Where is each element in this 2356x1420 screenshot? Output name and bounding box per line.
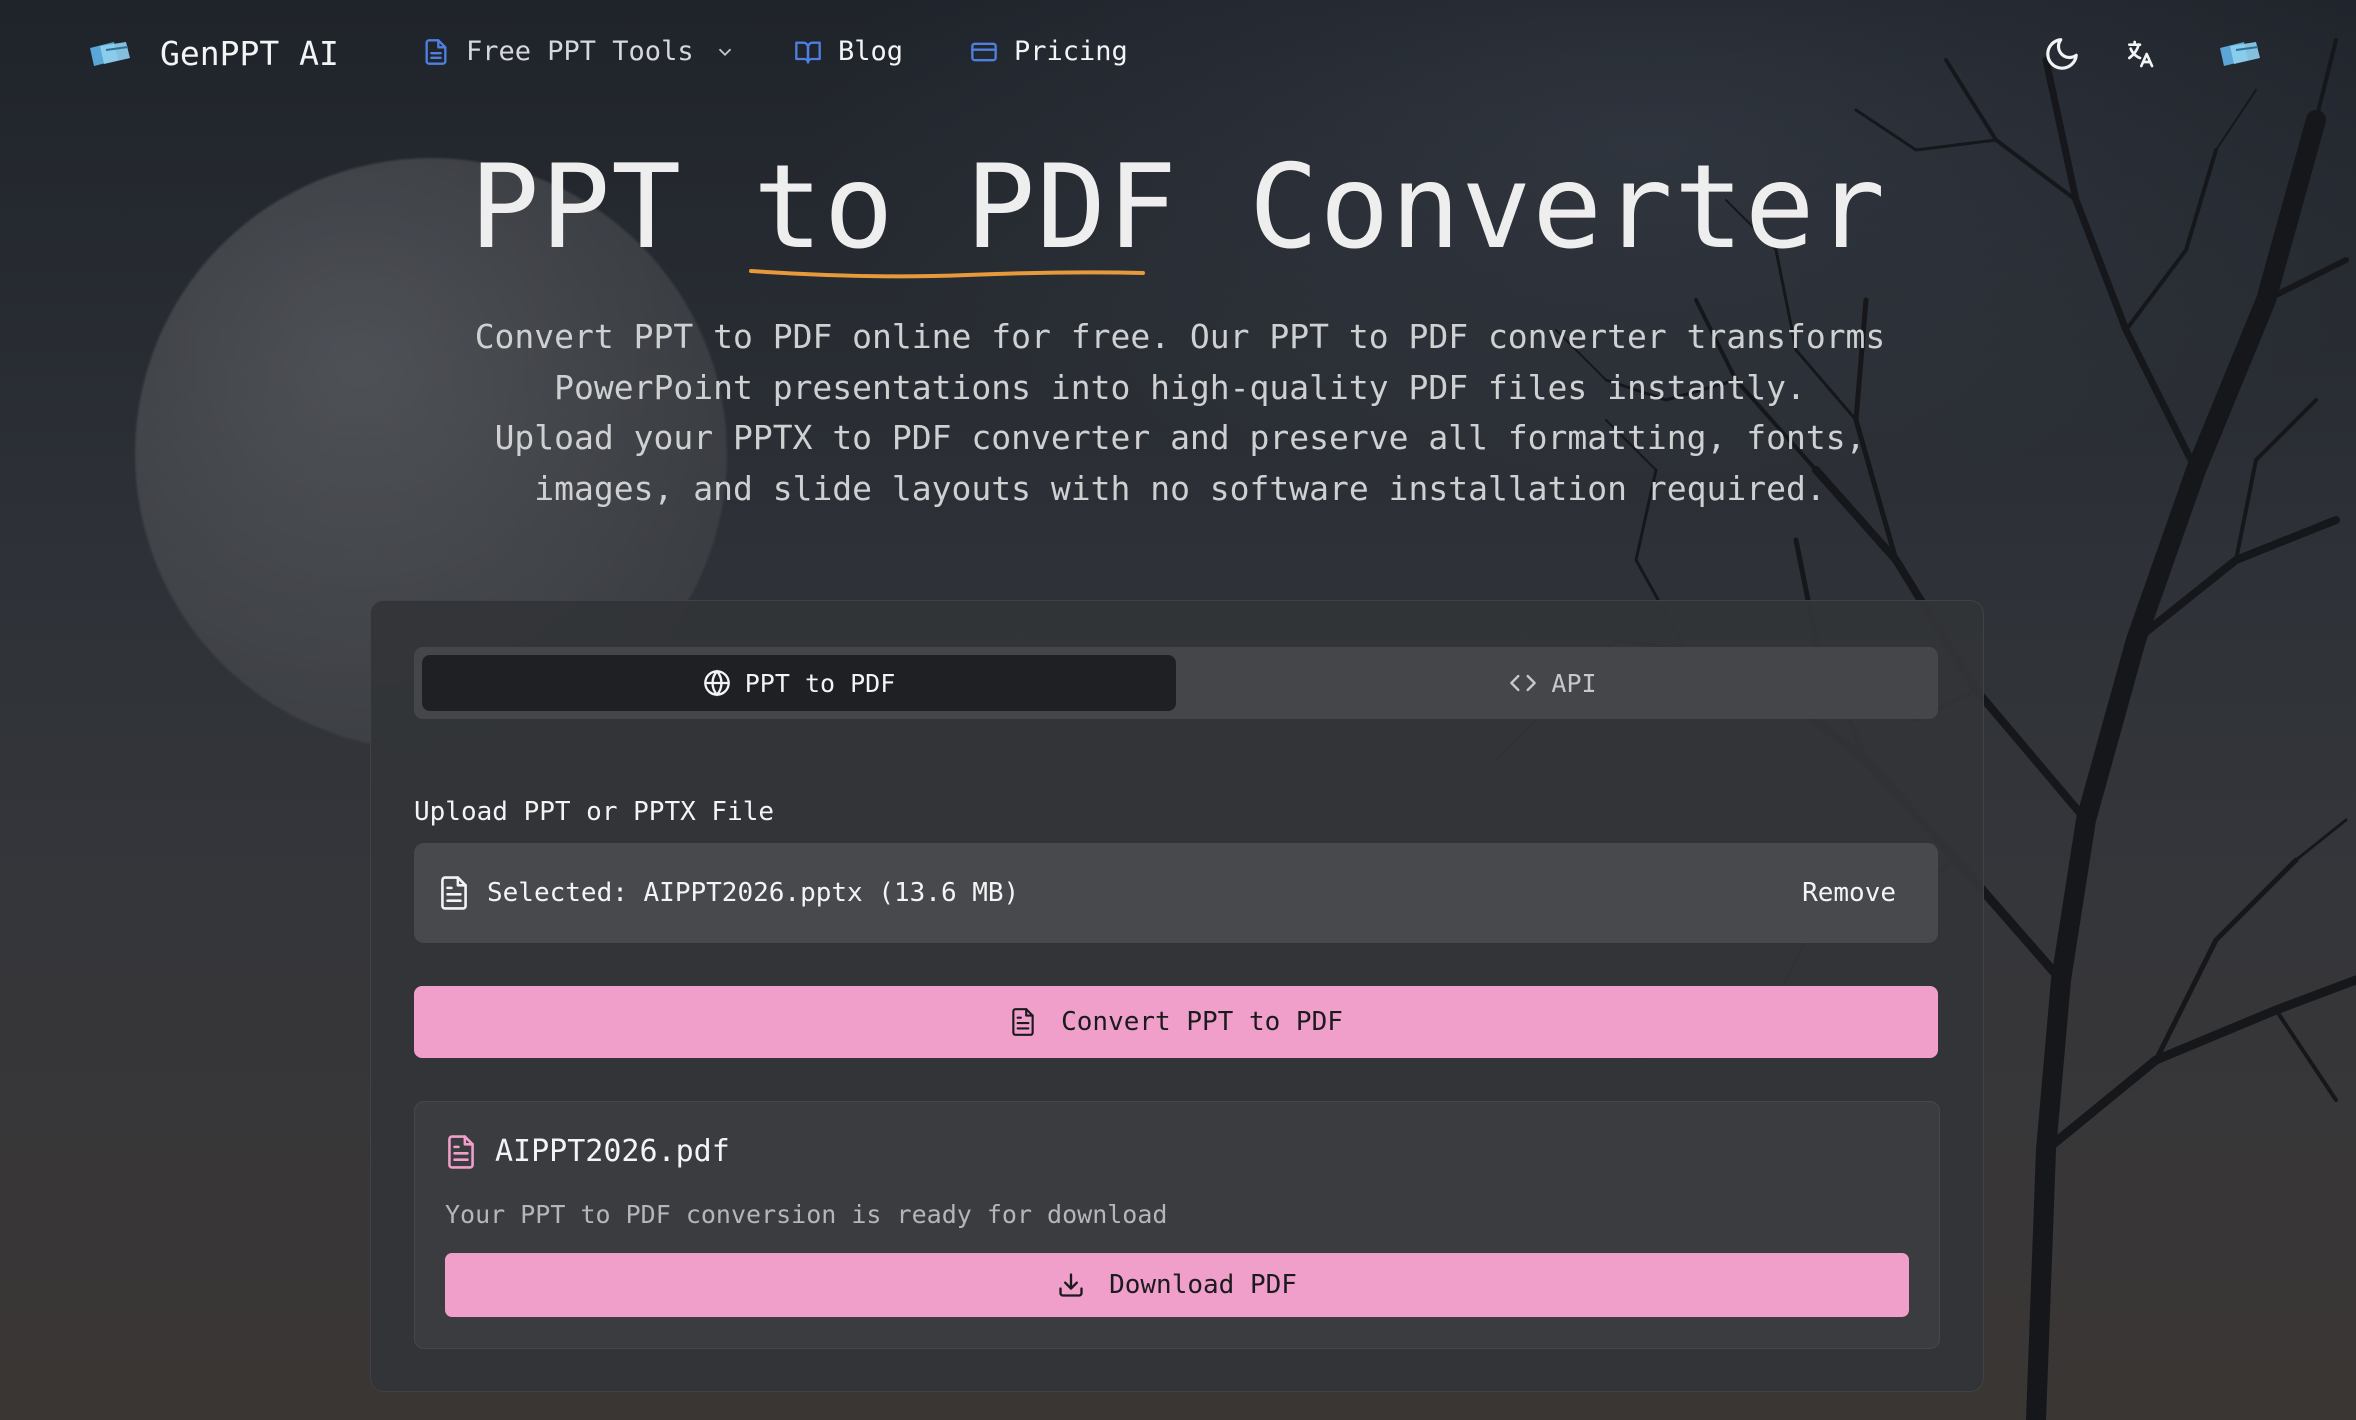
moon-icon [2046,38,2078,70]
nav-blog[interactable]: Blog [794,36,903,67]
tab-ppt-to-pdf-label: PPT to PDF [744,668,896,698]
code-icon [1510,674,1537,692]
nav-tools-label: Free PPT Tools [466,36,694,67]
tab-api[interactable]: API [1176,655,1930,711]
language-button[interactable] [2118,32,2162,76]
translate-icon [2128,40,2154,68]
title-part: PPT [469,140,753,275]
title-underline [748,269,1145,279]
brand-logo[interactable]: GenPPT AI [88,34,339,73]
title-part: Converter [1178,140,1887,275]
converter-card: PPT to PDF API Upload PPT or PPTX File S… [370,600,1984,1392]
file-icon [1012,1008,1034,1036]
selected-file-text: Selected: AIPPT2026.pptx (13.6 MB) [487,878,1020,908]
mode-tabs: PPT to PDF API [414,647,1938,719]
theme-toggle-button[interactable] [2040,32,2084,76]
globe-icon [703,669,730,697]
remove-file-button[interactable]: Remove [1802,878,1896,908]
document-icon [425,38,447,65]
description-line: images, and slide layouts with no softwa… [534,468,1826,508]
logo-icon [90,41,130,66]
convert-button-label: Convert PPT to PDF [1061,1007,1343,1037]
download-button-label: Download PDF [1109,1270,1297,1300]
description-line: Convert PPT to PDF online for free. Our … [474,317,1886,356]
download-icon [1059,1273,1083,1297]
title-highlight: to PDF [748,140,1178,279]
tab-api-label: API [1551,668,1597,698]
nav-pricing-label: Pricing [1014,36,1128,67]
download-pdf-button[interactable]: Download PDF [445,1253,1909,1317]
selected-file-box: Selected: AIPPT2026.pptx (13.6 MB) Remov… [414,843,1938,943]
description-line: Upload your PPTX to PDF converter and pr… [494,418,1866,457]
description-line: PowerPoint presentations into high-quali… [554,367,1806,407]
file-icon [441,876,467,910]
result-message: Your PPT to PDF conversion is ready for … [445,1200,1168,1229]
nav-blog-label: Blog [838,36,904,67]
user-avatar[interactable] [2212,32,2268,76]
chevron-down-icon [718,48,731,56]
convert-button[interactable]: Convert PPT to PDF [414,986,1938,1058]
nav-pricing[interactable]: Pricing [970,36,1128,67]
book-icon [795,41,821,64]
title-highlight-text: to PDF [752,140,1178,275]
upload-label: Upload PPT or PPTX File [414,797,775,827]
tab-ppt-to-pdf[interactable]: PPT to PDF [422,655,1176,711]
brand-name: GenPPT AI [160,34,339,73]
page-description: Convert PPT to PDF online for free. Our … [440,312,1920,514]
result-file-name: AIPPT2026.pdf [495,1134,730,1169]
conversion-result: AIPPT2026.pdf Your PPT to PDF conversion… [414,1101,1940,1349]
page-title: PPT to PDF Converter [0,140,2356,279]
pdf-file-icon [448,1135,474,1169]
top-navbar: GenPPT AI Free PPT Tools Blog Pricing [0,0,2356,108]
logo-icon [2220,42,2260,66]
card-icon [971,42,997,61]
nav-free-ppt-tools[interactable]: Free PPT Tools [422,36,736,67]
